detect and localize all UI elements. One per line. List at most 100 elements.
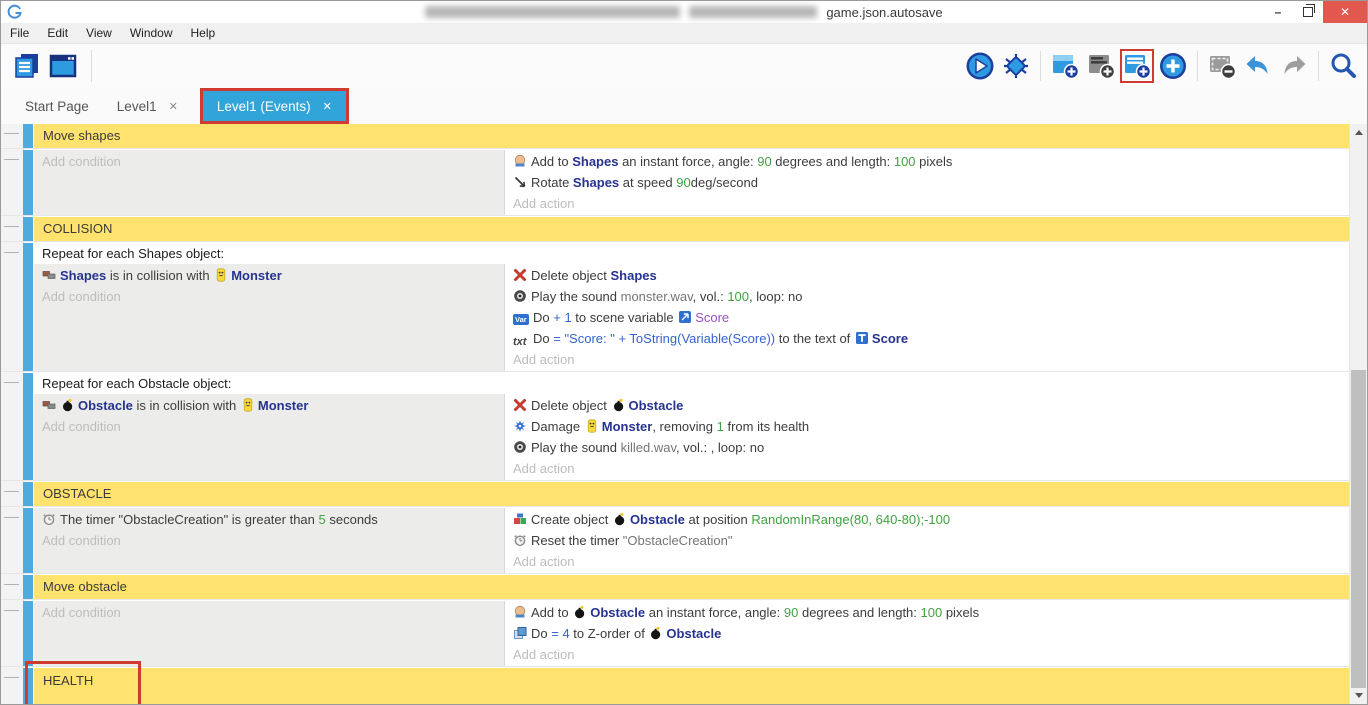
redo-icon[interactable] <box>1277 49 1311 83</box>
tab-close-icon[interactable]: ✕ <box>169 100 178 113</box>
add-condition[interactable]: Add condition <box>34 602 504 623</box>
action-line[interactable]: txtDo = "Score: " + ToString(Variable(Sc… <box>505 328 1349 349</box>
scene-editor-icon[interactable] <box>46 49 80 83</box>
comment-row-collision[interactable]: COLLISION <box>34 217 1349 241</box>
comment-row-obstacle[interactable]: OBSTACLE <box>34 482 1349 506</box>
event-selection-bar[interactable] <box>23 217 33 241</box>
vertical-scrollbar[interactable] <box>1349 124 1367 704</box>
menu-item-view[interactable]: View <box>77 23 121 43</box>
tab-close-icon[interactable]: ✕ <box>323 100 332 113</box>
restore-button[interactable] <box>1293 1 1323 23</box>
play-icon[interactable] <box>963 49 997 83</box>
action-line[interactable]: Rotate Shapes at speed 90deg/second <box>505 172 1349 193</box>
condition-line[interactable]: Shapes is in collision with Monster <box>34 265 504 286</box>
text-segment: 90 <box>676 175 690 190</box>
delete-event-icon[interactable] <box>1205 49 1239 83</box>
add-comment-icon[interactable] <box>1084 49 1118 83</box>
event-selection-bar[interactable] <box>23 373 33 480</box>
action-line[interactable]: Add to Obstacle an instant force, angle:… <box>505 602 1349 623</box>
text-segment: an instant force, angle: <box>645 605 784 620</box>
conditions-column: Add condition <box>34 601 505 666</box>
add-action[interactable]: Add action <box>505 644 1349 665</box>
text-segment: Obstacle <box>629 398 684 413</box>
text-segment: from its health <box>724 419 809 434</box>
toolbar-separator <box>1197 51 1198 81</box>
close-button[interactable]: ✕ <box>1323 1 1367 23</box>
force-icon <box>513 154 527 168</box>
add-action[interactable]: Add action <box>505 551 1349 572</box>
action-line[interactable]: Do = 4 to Z-order of Obstacle <box>505 623 1349 644</box>
event-selection-bar[interactable] <box>23 575 33 599</box>
text-segment: = "Score: " + ToString(Variable(Score)) <box>553 331 775 346</box>
tab-start-page[interactable]: Start Page <box>11 88 103 124</box>
action-line[interactable]: Delete object Shapes <box>505 265 1349 286</box>
menu-item-file[interactable]: File <box>1 23 38 43</box>
undo-icon[interactable] <box>1241 49 1275 83</box>
sound-icon <box>513 289 527 303</box>
comment-row-health[interactable]: HEALTH <box>34 668 1349 704</box>
text-segment: Delete object <box>531 268 611 283</box>
add-action[interactable]: Add action <box>505 349 1349 370</box>
tab-level1[interactable]: Level1✕ <box>103 88 192 124</box>
event-selection-bar[interactable] <box>23 601 33 666</box>
add-condition[interactable]: Add condition <box>34 151 504 172</box>
action-line[interactable]: Delete object Obstacle <box>505 395 1349 416</box>
events-list: Move shapesAdd conditionAdd to Shapes an… <box>1 124 1349 704</box>
debug-icon[interactable] <box>999 49 1033 83</box>
add-action[interactable]: Add action <box>505 193 1349 214</box>
add-condition[interactable]: Add condition <box>34 416 504 437</box>
action-line[interactable]: VarDo + 1 to scene variable Score <box>505 307 1349 328</box>
toolbar-separator <box>1318 51 1319 81</box>
action-line[interactable]: Add to Shapes an instant force, angle: 9… <box>505 151 1349 172</box>
comment-block: COLLISION <box>1 217 1349 241</box>
menu-item-help[interactable]: Help <box>182 23 225 43</box>
menu-item-edit[interactable]: Edit <box>38 23 77 43</box>
action-line[interactable]: Play the sound monster.wav, vol.: 100, l… <box>505 286 1349 307</box>
add-other-event-icon[interactable] <box>1156 49 1190 83</box>
text-segment: 100 <box>894 154 916 169</box>
search-icon[interactable] <box>1326 49 1360 83</box>
add-subevent-icon[interactable] <box>1120 49 1154 83</box>
project-manager-icon[interactable] <box>10 49 44 83</box>
add-event-icon[interactable] <box>1048 49 1082 83</box>
action-line[interactable]: Reset the timer "ObstacleCreation" <box>505 530 1349 551</box>
event-block: The timer "ObstacleCreation" is greater … <box>1 508 1349 573</box>
text-segment: Score <box>695 310 729 325</box>
action-line[interactable]: Damage Monster, removing 1 from its heal… <box>505 416 1349 437</box>
event-block: Add conditionAdd to Obstacle an instant … <box>1 601 1349 666</box>
comment-row-move-obstacle[interactable]: Move obstacle <box>34 575 1349 599</box>
menu-item-window[interactable]: Window <box>121 23 182 43</box>
repeat-for-each-header[interactable]: Repeat for each Shapes object: <box>34 243 1349 264</box>
action-line[interactable]: Create object Obstacle at position Rando… <box>505 509 1349 530</box>
condition-line[interactable]: The timer "ObstacleCreation" is greater … <box>34 509 504 530</box>
condition-line[interactable]: Obstacle is in collision with Monster <box>34 395 504 416</box>
text-segment: Shapes <box>573 175 619 190</box>
add-condition[interactable]: Add condition <box>34 530 504 551</box>
scrollbar-thumb[interactable] <box>1351 370 1366 688</box>
scroll-up-arrow[interactable] <box>1350 124 1367 141</box>
toolbar-right <box>962 49 1361 83</box>
scroll-down-arrow[interactable] <box>1350 687 1367 704</box>
event-selection-bar[interactable] <box>23 508 33 573</box>
tab-level1-events[interactable]: Level1 (Events)✕ <box>203 91 346 121</box>
minimize-button[interactable]: – <box>1263 1 1293 23</box>
event-gutter <box>1 124 23 148</box>
text-segment: Obstacle <box>630 512 685 527</box>
event-gutter <box>1 482 23 506</box>
event-selection-bar[interactable] <box>23 482 33 506</box>
repeat-for-each-header[interactable]: Repeat for each Obstacle object: <box>34 373 1349 394</box>
tab-bar: Start PageLevel1✕ Level1 (Events)✕ <box>1 88 1367 124</box>
event-body: HEALTH <box>34 668 1349 704</box>
add-action[interactable]: Add action <box>505 458 1349 479</box>
text-segment: pixels <box>916 154 953 169</box>
redacted-title-text <box>425 6 680 18</box>
event-selection-bar[interactable] <box>23 243 33 371</box>
event-gutter <box>1 575 23 599</box>
comment-row-move-shapes[interactable]: Move shapes <box>34 124 1349 148</box>
event-selection-bar[interactable] <box>23 124 33 148</box>
action-line[interactable]: Play the sound killed.wav, vol.: , loop:… <box>505 437 1349 458</box>
text-segment: 1 <box>717 419 724 434</box>
event-selection-bar[interactable] <box>23 150 33 215</box>
text-segment: RandomInRange(80, 640-80);-100 <box>751 512 950 527</box>
add-condition[interactable]: Add condition <box>34 286 504 307</box>
